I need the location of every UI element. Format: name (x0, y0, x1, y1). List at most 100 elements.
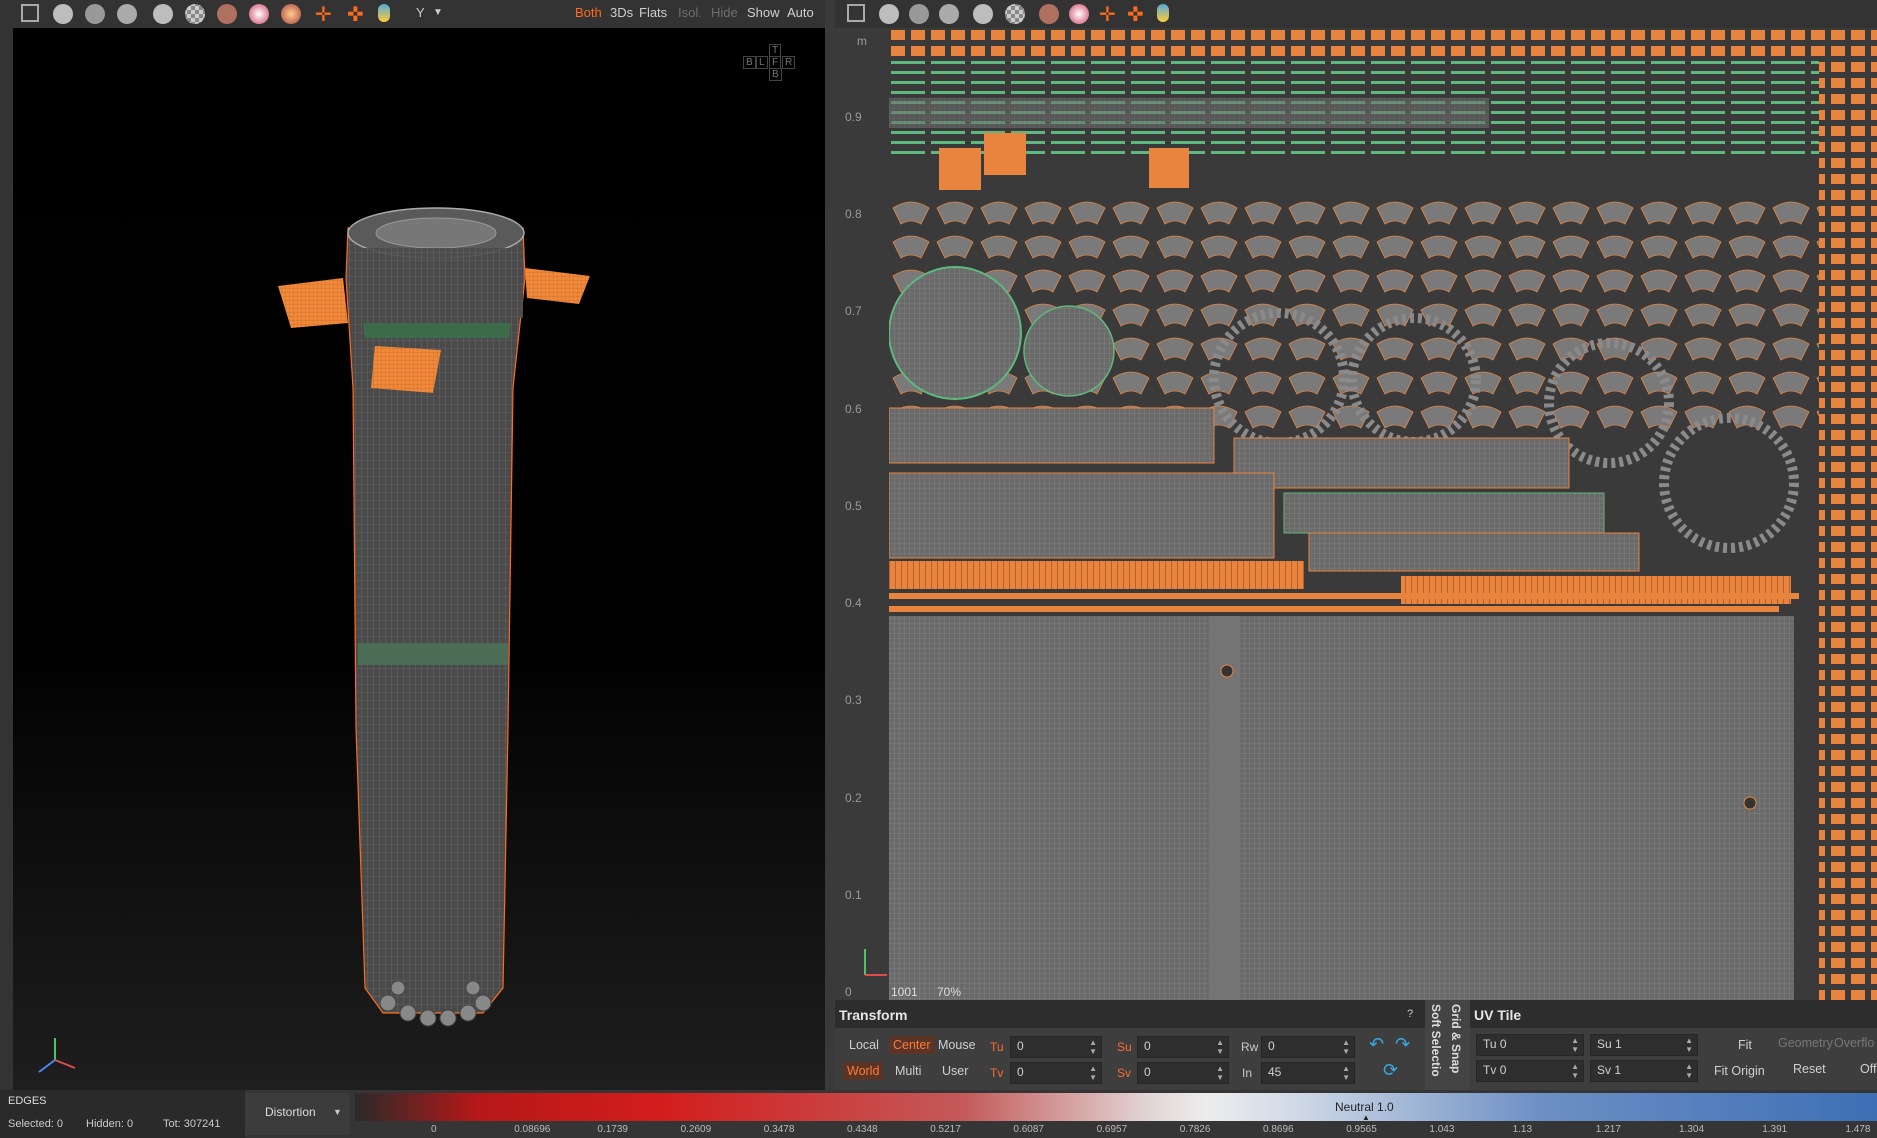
transform-panel: Transform ? Local Center Mouse World Mul… (835, 1000, 1425, 1090)
uv-texture-icon[interactable] (1039, 4, 1059, 24)
help-icon[interactable]: ? (1407, 1008, 1413, 1020)
viewport-splitter[interactable] (825, 0, 835, 1090)
world-button[interactable]: World (843, 1062, 884, 1080)
spinner-icon[interactable]: ▲ ▼ (1089, 1038, 1097, 1056)
uv-axis-icon (864, 949, 887, 976)
spinner-icon[interactable]: ▲ ▼ (1342, 1064, 1350, 1082)
uvtile-sv-field[interactable]: Sv 1 ▲ ▼ (1590, 1060, 1698, 1082)
rocket-model[interactable] (13, 28, 825, 1090)
transform-title: Transform (839, 1007, 908, 1023)
geometry-button[interactable]: Geometry (1774, 1034, 1837, 1052)
axis-label[interactable]: Y (416, 5, 425, 20)
spinner-icon[interactable]: ▲ ▼ (1089, 1064, 1097, 1082)
hide-button[interactable]: Hide (711, 5, 738, 20)
uv-gizmo-icon[interactable]: ✜ (1127, 2, 1144, 27)
grid-snap-tab[interactable]: Grid & Snap (1449, 1004, 1463, 1073)
material-sphere-icon[interactable] (249, 4, 269, 24)
both-button[interactable]: Both (575, 5, 602, 20)
spinner-icon[interactable]: ▲ ▼ (1685, 1062, 1693, 1080)
neutral-marker-icon[interactable]: ▲ (1362, 1113, 1370, 1122)
fit-button[interactable]: Fit (1734, 1036, 1756, 1054)
move-icon[interactable]: ✛ (315, 2, 332, 27)
uv-sphere-icon[interactable] (879, 4, 899, 24)
auto-button[interactable]: Auto (787, 5, 814, 20)
show-button[interactable]: Show (747, 5, 780, 20)
fit-origin-button[interactable]: Fit Origin (1710, 1062, 1769, 1080)
axis-gizmo-icon (38, 1038, 76, 1073)
axis-dropdown-icon[interactable]: ▼ (433, 7, 443, 18)
display-mode-select[interactable]: Distortion ▼ (245, 1093, 350, 1135)
flats-button[interactable]: Flats (639, 5, 667, 20)
fin-right (525, 268, 590, 304)
soft-selection-tab[interactable]: Soft Selectio (1429, 1004, 1443, 1077)
uvtile-tv-field[interactable]: Tv 0 ▲ ▼ (1476, 1060, 1584, 1082)
rotate-cw-icon[interactable]: ↷ (1395, 1034, 1410, 1055)
3ds-button[interactable]: 3Ds (610, 5, 633, 20)
in-field[interactable]: 45 ▲ ▼ (1261, 1062, 1355, 1084)
local-button[interactable]: Local (845, 1036, 883, 1054)
top-band (349, 248, 523, 318)
spinner-icon[interactable]: ▲ ▼ (1571, 1062, 1579, 1080)
uv-grid-sphere-icon[interactable] (939, 4, 959, 24)
sv-field[interactable]: 0 ▲ ▼ (1137, 1062, 1229, 1084)
light-icon[interactable] (378, 4, 390, 22)
grid-sphere-icon[interactable] (117, 4, 137, 24)
mouse-button[interactable]: Mouse (934, 1036, 980, 1054)
uv-solid-sphere-icon[interactable] (973, 4, 993, 24)
rw-label: Rw (1241, 1040, 1259, 1054)
side-tabs: Soft Selectio Grid & Snap (1425, 1000, 1470, 1090)
ruler-tick: 0.9 (845, 110, 862, 124)
uv-frame-icon[interactable] (847, 4, 865, 22)
uv-wire-sphere-icon[interactable] (909, 4, 929, 24)
spinner-icon[interactable]: ▲ ▼ (1685, 1036, 1693, 1054)
multi-button[interactable]: Multi (891, 1062, 925, 1080)
viewport-3d-toolbar: ✛ ✜ Y ▼ Both 3Ds Flats Isol. Hide Show A… (13, 0, 825, 29)
su-label: Su (1117, 1040, 1132, 1054)
rotate-ccw-icon[interactable]: ↶ (1369, 1034, 1384, 1055)
spinner-icon[interactable]: ▲ ▼ (1342, 1038, 1350, 1056)
uv-editor-view[interactable]: m 0.9 0.8 0.7 0.6 0.5 0.4 0.3 0.2 0.1 0 … (835, 28, 1877, 1000)
lit-sphere-icon[interactable] (281, 4, 301, 24)
su-field[interactable]: 0 ▲ ▼ (1137, 1036, 1229, 1058)
frame-icon[interactable] (21, 4, 39, 22)
flip-icon[interactable]: ⟳ (1383, 1060, 1398, 1081)
rw-value: 0 (1268, 1039, 1275, 1053)
distortion-gradient-bar[interactable]: Neutral 1.0 ▲ (355, 1093, 1877, 1122)
in-value: 45 (1268, 1065, 1282, 1079)
uvtile-su: Su 1 (1597, 1037, 1622, 1051)
uv-material-icon[interactable] (1069, 4, 1089, 24)
ruler-tick: 0.3 (845, 693, 862, 707)
spinner-icon[interactable]: ▲ ▼ (1216, 1064, 1224, 1082)
uv-disc-large (889, 266, 1022, 400)
viewport-3d[interactable]: T B L F R B (13, 28, 825, 1090)
tu-field[interactable]: 0 ▲ ▼ (1010, 1036, 1102, 1058)
gizmo-icon[interactable]: ✜ (347, 2, 364, 27)
ruler-tick: 0.1 (845, 888, 862, 902)
spinner-icon[interactable]: ▲ ▼ (1571, 1036, 1579, 1054)
uvtile-su-field[interactable]: Su 1 ▲ ▼ (1590, 1034, 1698, 1056)
wire-sphere-icon[interactable] (85, 4, 105, 24)
rw-field[interactable]: 0 ▲ ▼ (1261, 1036, 1355, 1058)
left-tool-strip[interactable] (0, 0, 13, 1090)
solid-sphere-icon[interactable] (153, 4, 173, 24)
uv-islands[interactable] (889, 28, 1877, 1000)
display-mode-value: Distortion (265, 1105, 316, 1119)
uvtile-tu-field[interactable]: Tu 0 ▲ ▼ (1476, 1034, 1584, 1056)
spinner-icon[interactable]: ▲ ▼ (1216, 1038, 1224, 1056)
neutral-label: Neutral 1.0 (1335, 1100, 1394, 1114)
ruler-tick: 0.5 (845, 499, 862, 513)
tv-field[interactable]: 0 ▲ ▼ (1010, 1062, 1102, 1084)
uv-move-icon[interactable]: ✛ (1099, 2, 1116, 27)
uv-checker-icon[interactable] (1005, 4, 1025, 24)
overflow-off-button[interactable]: Off (1856, 1060, 1877, 1078)
isolate-button[interactable]: Isol. (678, 5, 702, 20)
sphere-icon[interactable] (53, 4, 73, 24)
user-button[interactable]: User (938, 1062, 972, 1080)
uvtile-tu: Tu 0 (1483, 1037, 1507, 1051)
reset-button[interactable]: Reset (1789, 1060, 1830, 1078)
center-button[interactable]: Center (889, 1036, 935, 1054)
uv-light-icon[interactable] (1157, 4, 1169, 22)
checker-icon[interactable] (185, 4, 205, 24)
texture-sphere-icon[interactable] (217, 4, 237, 24)
sv-label: Sv (1117, 1066, 1132, 1080)
